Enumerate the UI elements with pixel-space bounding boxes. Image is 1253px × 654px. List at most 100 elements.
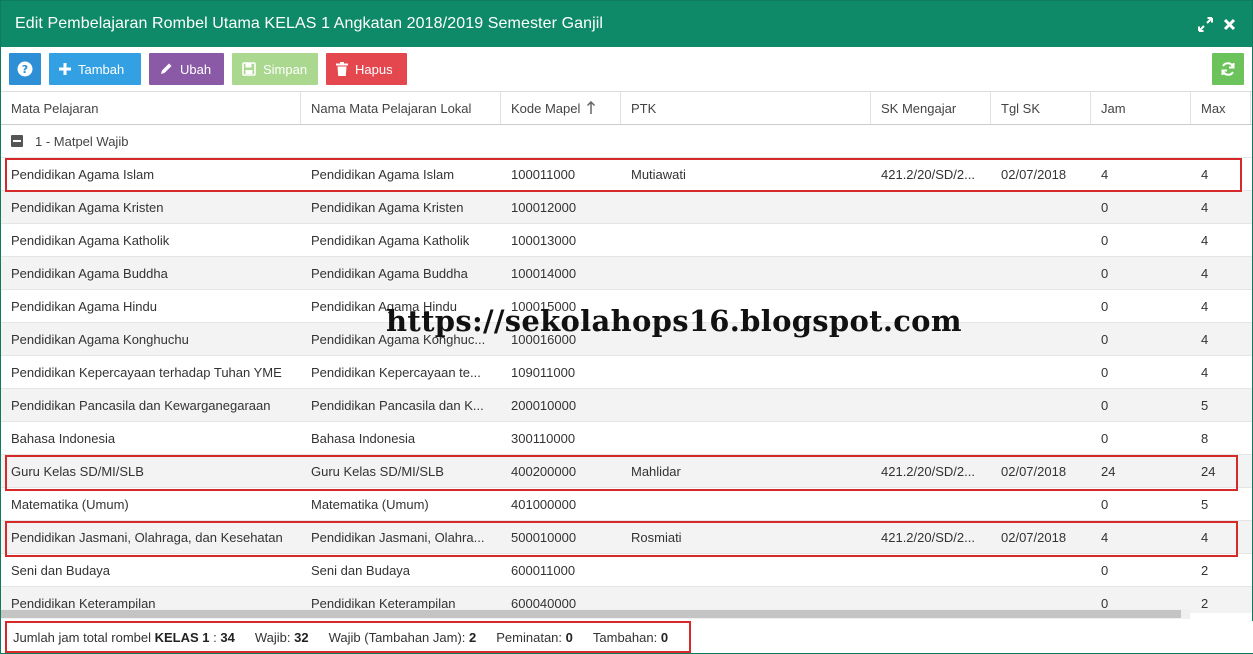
total-summary: Jumlah jam total rombel KELAS 1 : 34 <box>13 629 235 645</box>
cell-tgl-sk <box>991 422 1091 454</box>
refresh-icon <box>1221 62 1235 76</box>
plus-icon <box>59 63 71 75</box>
cell-kode-mapel: 300110000 <box>511 430 576 446</box>
group-row-matpel-wajib[interactable]: 1 - Matpel Wajib <box>1 125 1252 158</box>
cell-mata-pelajaran: Pendidikan Agama Hindu <box>11 298 157 314</box>
cell-max: 4 <box>1201 199 1209 215</box>
cell-jam: 0 <box>1101 496 1109 512</box>
cell-ptk <box>621 389 871 421</box>
cell-tgl-sk <box>991 257 1091 289</box>
cell-kode-mapel: 100012000 <box>511 199 577 215</box>
column-header-nama-lokal[interactable]: Nama Mata Pelajaran Lokal <box>301 92 501 124</box>
column-header-kode-mapel[interactable]: Kode Mapel <box>501 92 621 124</box>
cell-tgl-sk <box>991 191 1091 223</box>
cell-mata-pelajaran: Guru Kelas SD/MI/SLB <box>11 463 144 479</box>
pencil-icon <box>161 63 172 74</box>
column-header-kode-mapel-label: Kode Mapel <box>511 100 581 116</box>
save-icon <box>242 62 256 76</box>
cell-kode-mapel: 600011000 <box>511 562 576 578</box>
cell-nama-lokal: Pendidikan Jasmani, Olahra... <box>311 529 485 545</box>
table-row[interactable]: Pendidikan Agama Katholik Pendidikan Agam… <box>1 224 1252 257</box>
refresh-button[interactable] <box>1212 53 1244 85</box>
column-header-mata-pelajaran[interactable]: Mata Pelajaran <box>1 92 301 124</box>
cell-mata-pelajaran: Matematika (Umum) <box>11 496 129 512</box>
close-icon[interactable] <box>1220 15 1238 33</box>
cell-kode-mapel: 109011000 <box>511 364 576 380</box>
cell-nama-lokal: Matematika (Umum) <box>311 496 429 512</box>
column-header-jam[interactable]: Jam <box>1091 92 1191 124</box>
table-row[interactable]: Pendidikan Kepercayaan terhadap Tuhan YM… <box>1 356 1252 389</box>
cell-nama-lokal: Pendidikan Agama Kristen <box>311 199 464 215</box>
cell-jam: 4 <box>1101 166 1109 182</box>
cell-max: 2 <box>1201 562 1209 578</box>
window-title: Edit Pembelajaran Rombel Utama KELAS 1 A… <box>15 15 604 32</box>
tambahan-summary: Tambahan: 0 <box>592 629 669 645</box>
cell-ptk: Mutiawati <box>631 166 686 182</box>
cell-nama-lokal: Pendidikan Agama Buddha <box>311 265 468 281</box>
column-header-sk-mengajar[interactable]: SK Mengajar <box>871 92 991 124</box>
collapse-icon[interactable] <box>11 135 23 147</box>
cell-sk-mengajar: 421.2/20/SD/2... <box>881 529 975 545</box>
watermark-text: https://sekolahops16.blogspot.com <box>386 304 962 338</box>
table-row[interactable]: Pendidikan Pancasila dan Kewarganegaraan… <box>1 389 1252 422</box>
cell-ptk <box>621 488 871 520</box>
table-row[interactable]: Matematika (Umum) Matematika (Umum) 401000… <box>1 488 1252 521</box>
cell-max: 4 <box>1201 364 1209 380</box>
cell-nama-lokal: Pendidikan Pancasila dan K... <box>311 397 484 413</box>
column-header-ptk[interactable]: PTK <box>621 92 871 124</box>
cell-kode-mapel: 100013000 <box>511 232 577 248</box>
cell-mata-pelajaran: Pendidikan Kepercayaan terhadap Tuhan YM… <box>11 364 282 380</box>
cell-max: 4 <box>1201 529 1209 545</box>
table-row[interactable]: Pendidikan Agama Buddha Pendidikan Agama … <box>1 257 1252 290</box>
cell-nama-lokal: Pendidikan Agama Katholik <box>311 232 470 248</box>
cell-ptk <box>621 257 871 289</box>
cell-mata-pelajaran: Pendidikan Agama Islam <box>11 166 155 182</box>
cell-mata-pelajaran: Pendidikan Pancasila dan Kewarganegaraan <box>11 397 271 413</box>
table-row[interactable]: Seni dan Budaya Seni dan Budaya 600011000 0… <box>1 554 1252 587</box>
cell-jam: 0 <box>1101 199 1109 215</box>
grid-body: 1 - Matpel Wajib Pendidikan Agama Islam P… <box>1 125 1252 613</box>
cell-jam: 0 <box>1101 232 1109 248</box>
column-header-tgl-sk[interactable]: Tgl SK <box>991 92 1091 124</box>
horizontal-scrollbar[interactable] <box>1 609 1190 619</box>
cell-kode-mapel: 400200000 <box>511 463 577 479</box>
cell-tgl-sk: 02/07/2018 <box>1001 166 1067 182</box>
cell-ptk: Rosmiati <box>631 529 682 545</box>
sort-ascending-icon <box>587 101 596 114</box>
cell-nama-lokal: Guru Kelas SD/MI/SLB <box>311 463 444 479</box>
cell-jam: 24 <box>1101 463 1116 479</box>
cell-ptk <box>621 554 871 586</box>
table-row[interactable]: Pendidikan Agama Islam Pendidikan Agama I… <box>1 158 1252 191</box>
cell-tgl-sk <box>991 323 1091 355</box>
scrollbar-thumb[interactable] <box>1 610 1181 618</box>
table-row[interactable]: Pendidikan Jasmani, Olahraga, dan Keseha… <box>1 521 1252 554</box>
column-header-max[interactable]: Max <box>1191 92 1251 124</box>
ubah-button[interactable]: Ubah <box>149 53 224 85</box>
tambah-button[interactable]: Tambah <box>49 53 141 85</box>
trash-icon <box>336 62 348 76</box>
cell-sk-mengajar <box>871 224 991 256</box>
cell-tgl-sk <box>991 389 1091 421</box>
hapus-button[interactable]: Hapus <box>326 53 407 85</box>
cell-tgl-sk <box>991 290 1091 322</box>
table-row[interactable]: Guru Kelas SD/MI/SLB Guru Kelas SD/MI/SLB… <box>1 455 1252 488</box>
cell-nama-lokal: Seni dan Budaya <box>311 562 411 578</box>
help-button[interactable]: ? <box>9 53 41 85</box>
cell-kode-mapel: 500010000 <box>511 529 577 545</box>
cell-sk-mengajar <box>871 191 991 223</box>
cell-sk-mengajar <box>871 488 991 520</box>
wajib-summary: Wajib: 32 <box>254 629 309 645</box>
table-row[interactable]: Bahasa Indonesia Bahasa Indonesia 30011000… <box>1 422 1252 455</box>
cell-ptk <box>621 224 871 256</box>
table-row[interactable]: Pendidikan Agama Kristen Pendidikan Agama… <box>1 191 1252 224</box>
cell-kode-mapel: 401000000 <box>511 496 577 512</box>
tambah-label: Tambah <box>78 61 125 77</box>
row-container: Pendidikan Agama Islam Pendidikan Agama I… <box>1 158 1252 613</box>
cell-tgl-sk <box>991 224 1091 256</box>
maximize-icon[interactable] <box>1196 15 1214 33</box>
cell-mata-pelajaran: Pendidikan Agama Katholik <box>11 232 170 248</box>
cell-max: 4 <box>1201 265 1209 281</box>
simpan-button[interactable]: Simpan <box>232 53 318 85</box>
cell-sk-mengajar <box>871 554 991 586</box>
cell-tgl-sk <box>991 488 1091 520</box>
